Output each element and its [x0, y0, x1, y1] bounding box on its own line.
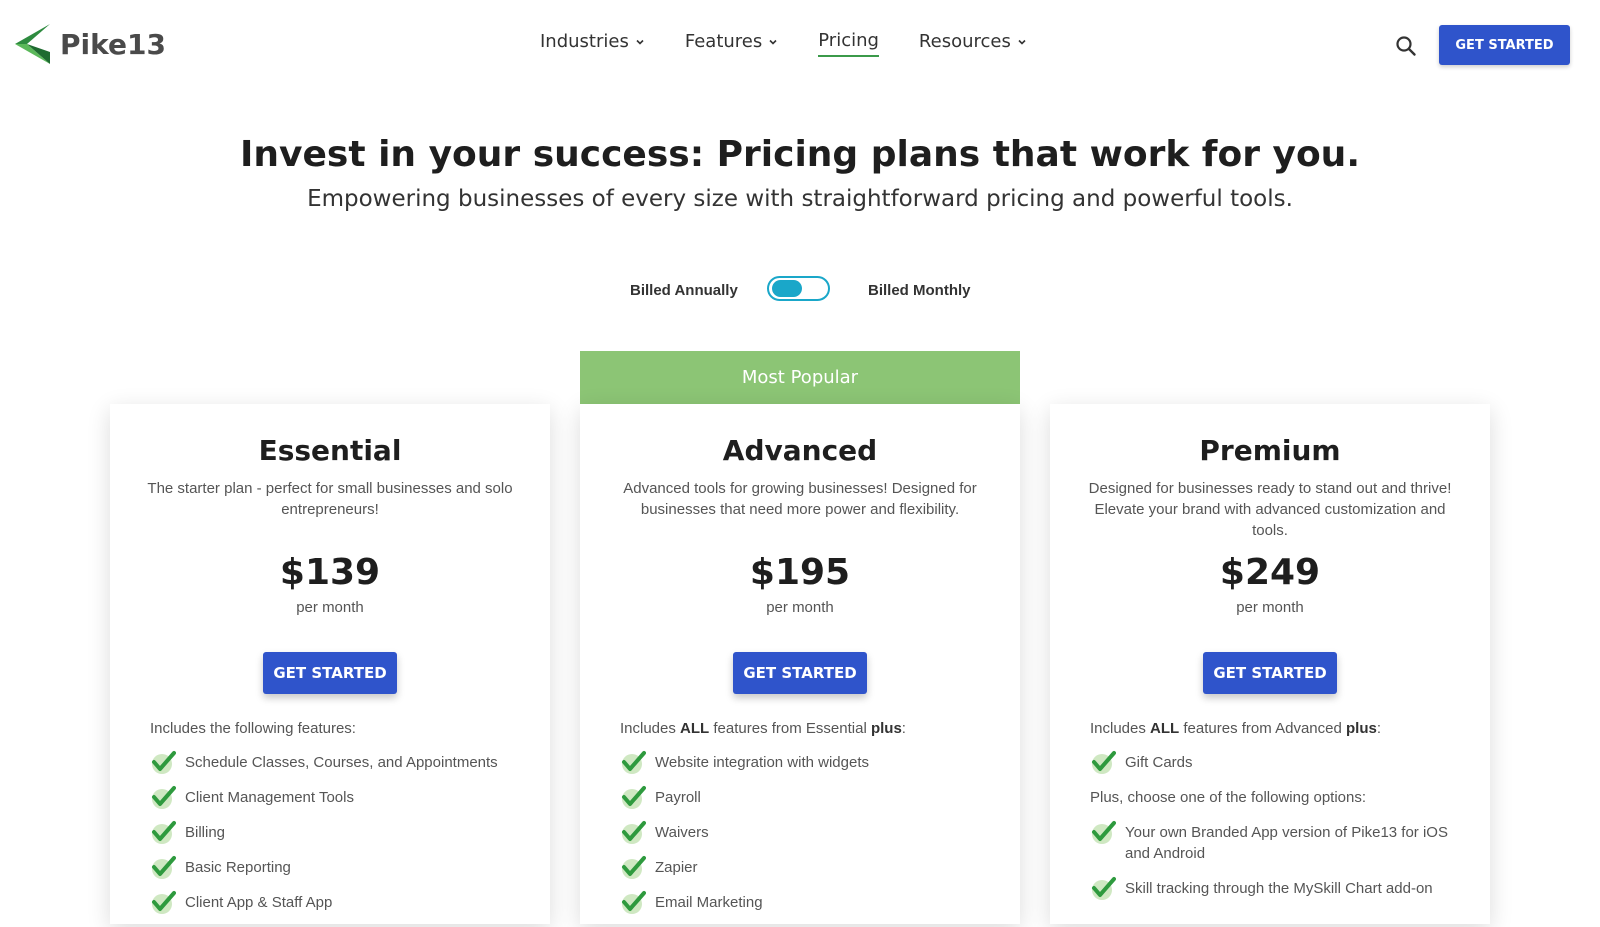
plan-description: Advanced tools for growing businesses! D… [623, 480, 977, 518]
billed-annually-label[interactable]: Billed Annually [630, 282, 738, 299]
list-item: Skill tracking through the MySkill Chart… [1090, 877, 1460, 913]
feature-label: Gift Cards [1125, 754, 1193, 771]
list-item: Client Management Tools [150, 786, 520, 822]
feature-label: Basic Reporting [185, 859, 291, 876]
plan-name: Premium [1199, 434, 1341, 467]
feature-label: Website integration with widgets [655, 754, 869, 771]
feature-label: Schedule Classes, Courses, and Appointme… [185, 754, 498, 771]
feature-label: Waivers [655, 824, 709, 841]
feature-label: Email Marketing [655, 894, 763, 911]
nav-item-pricing[interactable]: Pricing [818, 30, 879, 57]
get-started-button[interactable]: GET STARTED [733, 652, 867, 694]
feature-list: Gift Cards Plus, choose one of the follo… [1090, 751, 1460, 913]
toggle-knob [772, 280, 802, 297]
check-icon [152, 751, 176, 774]
feature-label: Your own Branded App version of Pike13 f… [1125, 824, 1448, 862]
check-icon [152, 821, 176, 844]
site-header: Pike13 Industries Features Pricing Resou… [0, 0, 1600, 90]
list-item: Client App & Staff App [150, 891, 520, 927]
plan-period: per month [766, 599, 834, 616]
get-started-button[interactable]: GET STARTED [1203, 652, 1337, 694]
main-nav: Industries Features Pricing Resources [540, 30, 1067, 57]
plan-price: $139 [279, 552, 381, 593]
check-icon [622, 821, 646, 844]
list-item: Schedule Classes, Courses, and Appointme… [150, 751, 520, 787]
check-icon [1092, 821, 1116, 844]
pike13-logo-icon [15, 24, 50, 64]
check-icon [1092, 877, 1116, 900]
billed-monthly-label[interactable]: Billed Monthly [868, 282, 971, 299]
list-item: Website integration with widgets [620, 751, 990, 787]
check-icon [1092, 751, 1116, 774]
nav-item-label: Pricing [818, 30, 879, 51]
list-item: Billing [150, 821, 520, 857]
page-title: Invest in your success: Pricing plans th… [240, 134, 1360, 175]
nav-item-resources[interactable]: Resources [919, 31, 1027, 56]
feature-label: Client App & Staff App [185, 894, 333, 911]
logo[interactable]: Pike13 [15, 24, 166, 64]
get-started-button[interactable]: GET STARTED [263, 652, 397, 694]
most-popular-banner: Most Popular [580, 351, 1020, 404]
check-icon [622, 891, 646, 914]
nav-item-label: Resources [918, 31, 1011, 52]
check-icon [622, 856, 646, 879]
nav-item-label: Features [684, 31, 763, 52]
chevron-down-icon [1018, 39, 1026, 45]
check-icon [152, 891, 176, 914]
plan-includes-text: Includes ALL features from Advanced plus… [1090, 720, 1381, 737]
list-item: Payroll [620, 786, 990, 822]
plan-description: Designed for businesses ready to stand o… [1088, 480, 1452, 539]
list-item: Gift Cards [1090, 751, 1460, 787]
list-item: Basic Reporting [150, 856, 520, 892]
feature-list: Schedule Classes, Courses, and Appointme… [150, 751, 520, 927]
plan-card-essential: Essential The starter plan - perfect for… [110, 404, 550, 924]
check-icon [622, 786, 646, 809]
options-intro: Plus, choose one of the following option… [1090, 789, 1367, 806]
plan-description: The starter plan - perfect for small bus… [147, 480, 513, 518]
plan-card-advanced: Advanced Advanced tools for growing busi… [580, 404, 1020, 924]
plan-price: $195 [749, 552, 851, 593]
plan-name: Essential [258, 434, 402, 467]
feature-label: Zapier [655, 859, 698, 876]
plan-period: per month [1236, 599, 1304, 616]
feature-list: Website integration with widgets Payroll… [620, 751, 990, 927]
plan-card-premium: Premium Designed for businesses ready to… [1050, 404, 1490, 924]
plan-name: Advanced [722, 434, 878, 467]
check-icon [152, 856, 176, 879]
nav-item-industries[interactable]: Industries [540, 31, 645, 56]
list-item: Waivers [620, 821, 990, 857]
check-icon [622, 751, 646, 774]
logo-wordmark: Pike13 [60, 27, 166, 61]
plan-period: per month [296, 599, 364, 616]
chevron-down-icon [769, 39, 777, 45]
check-icon [152, 786, 176, 809]
feature-label: Client Management Tools [185, 789, 354, 806]
list-item: Email Marketing [620, 891, 990, 927]
list-item: Your own Branded App version of Pike13 f… [1090, 821, 1460, 878]
nav-item-features[interactable]: Features [685, 31, 778, 56]
feature-label: Billing [185, 824, 226, 841]
feature-label: Payroll [655, 789, 701, 806]
billing-toggle[interactable] [767, 276, 830, 301]
list-item: Zapier [620, 856, 990, 892]
chevron-down-icon [636, 39, 644, 45]
plan-includes-text: Includes ALL features from Essential plu… [620, 720, 906, 737]
page-subtitle: Empowering businesses of every size with… [307, 186, 1293, 212]
get-started-button[interactable]: GET STARTED [1439, 25, 1570, 65]
search-icon[interactable] [1394, 34, 1418, 58]
feature-label: Skill tracking through the MySkill Chart… [1125, 880, 1433, 897]
plan-includes-text: Includes the following features: [150, 720, 356, 737]
nav-item-label: Industries [540, 31, 629, 52]
plan-price: $249 [1219, 552, 1321, 593]
